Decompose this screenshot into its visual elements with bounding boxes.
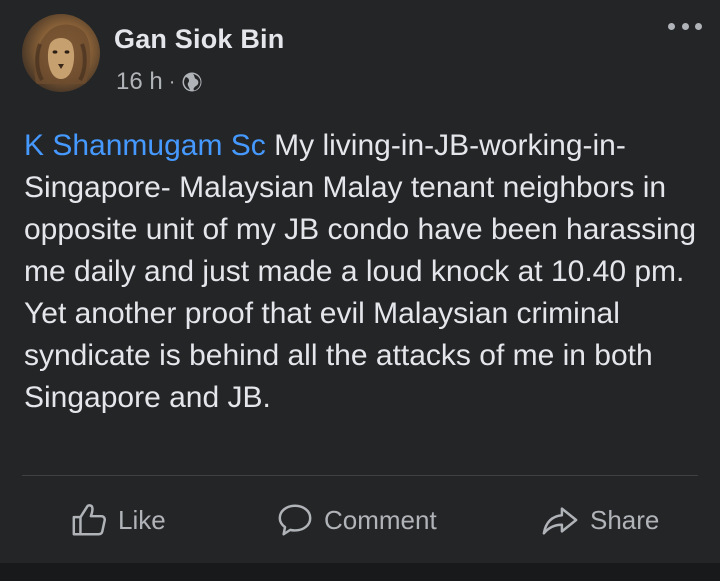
- post-timestamp[interactable]: 16 h: [116, 68, 163, 96]
- divider: [22, 475, 698, 476]
- comment-label: Comment: [324, 504, 437, 535]
- action-bar: Like Comment Share: [0, 490, 720, 550]
- share-icon: [540, 501, 580, 539]
- post-text: K Shanmugam Sc My living-in-JB-working-i…: [24, 125, 708, 419]
- post-card: Gan Siok Bin 16 h · K Shanmugam Sc My li…: [0, 0, 720, 581]
- like-button[interactable]: Like: [70, 490, 166, 550]
- meta-separator: ·: [168, 70, 176, 93]
- like-icon: [70, 501, 108, 539]
- comment-button[interactable]: Comment: [276, 490, 437, 550]
- author-name[interactable]: Gan Siok Bin: [114, 24, 284, 55]
- share-label: Share: [590, 504, 660, 535]
- post-header: Gan Siok Bin 16 h ·: [22, 14, 720, 96]
- like-label: Like: [118, 504, 166, 535]
- post-meta: 16 h ·: [116, 68, 203, 96]
- post-body: My living-in-JB-working-in-Singapore- Ma…: [24, 129, 697, 414]
- share-button[interactable]: Share: [540, 490, 659, 550]
- avatar[interactable]: [22, 14, 100, 92]
- page-background-strip: [0, 563, 720, 581]
- comment-icon: [276, 501, 314, 539]
- more-options-icon[interactable]: [668, 16, 702, 36]
- mention-link[interactable]: K Shanmugam Sc: [24, 129, 266, 162]
- globe-icon: [181, 71, 203, 93]
